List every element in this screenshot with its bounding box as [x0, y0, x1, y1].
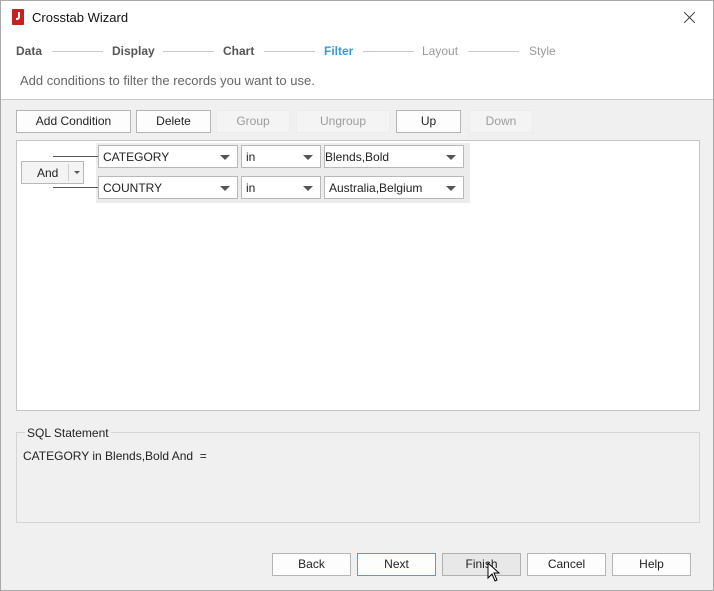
- conditions-panel: And CATEGORY in Blends,Bold COUNTRY in A…: [16, 140, 700, 411]
- sql-statement-text: CATEGORY in Blends,Bold And =: [23, 449, 207, 463]
- app-logo-icon: [12, 9, 24, 25]
- title-bar: Crosstab Wizard: [1, 1, 713, 33]
- connector-line: [53, 187, 98, 188]
- wizard-header: Data Display Chart Filter Layout Style A…: [1, 33, 713, 100]
- dropdown-arrow-icon: [220, 155, 230, 160]
- step-divider: [264, 51, 315, 52]
- logic-divider: [68, 164, 69, 181]
- next-button[interactable]: Next: [357, 553, 436, 576]
- condition-value-select[interactable]: Blends,Bold: [324, 145, 464, 168]
- down-button[interactable]: Down: [469, 110, 533, 133]
- dropdown-arrow-icon: [446, 186, 456, 191]
- condition-field-value: CATEGORY: [103, 150, 170, 164]
- condition-operator-value: in: [246, 181, 256, 195]
- cancel-button[interactable]: Cancel: [527, 553, 606, 576]
- condition-value-text: Blends,Bold: [325, 150, 390, 164]
- step-style[interactable]: Style: [529, 44, 556, 58]
- dropdown-arrow-icon: [74, 171, 80, 174]
- page-subtitle: Add conditions to filter the records you…: [20, 73, 315, 88]
- step-divider: [468, 51, 519, 52]
- step-divider: [363, 51, 414, 52]
- step-layout[interactable]: Layout: [422, 44, 458, 58]
- sql-statement-legend: SQL Statement: [25, 426, 111, 440]
- connector-line: [53, 156, 98, 157]
- step-display[interactable]: Display: [112, 44, 155, 58]
- delete-button[interactable]: Delete: [136, 110, 211, 133]
- condition-field-select[interactable]: CATEGORY: [98, 145, 238, 168]
- group-button[interactable]: Group: [216, 110, 290, 133]
- step-chart[interactable]: Chart: [223, 44, 254, 58]
- condition-operator-select[interactable]: in: [241, 145, 321, 168]
- wizard-window: Crosstab Wizard Data Display Chart Filte…: [0, 0, 714, 591]
- condition-field-value: COUNTRY: [103, 181, 163, 195]
- mouse-pointer-icon: [487, 562, 501, 582]
- sql-statement-group: SQL Statement CATEGORY in Blends,Bold An…: [16, 426, 700, 523]
- dropdown-arrow-icon: [220, 186, 230, 191]
- step-filter[interactable]: Filter: [324, 44, 353, 58]
- dropdown-arrow-icon: [303, 155, 313, 160]
- condition-field-select[interactable]: COUNTRY: [98, 176, 238, 199]
- condition-operator-select[interactable]: in: [241, 176, 321, 199]
- dropdown-arrow-icon: [303, 186, 313, 191]
- condition-value-select[interactable]: Australia,Belgium: [324, 176, 464, 199]
- finish-button[interactable]: Finish: [442, 553, 521, 576]
- logic-operator-select[interactable]: And: [21, 161, 84, 184]
- add-condition-button[interactable]: Add Condition: [16, 110, 131, 133]
- ungroup-button[interactable]: Ungroup: [296, 110, 390, 133]
- step-divider: [52, 51, 103, 52]
- up-button[interactable]: Up: [396, 110, 461, 133]
- dropdown-arrow-icon: [446, 155, 456, 160]
- step-data[interactable]: Data: [16, 44, 42, 58]
- help-button[interactable]: Help: [612, 553, 691, 576]
- condition-value-text: Australia,Belgium: [329, 181, 423, 195]
- step-divider: [163, 51, 214, 52]
- close-icon[interactable]: [667, 1, 713, 33]
- back-button[interactable]: Back: [272, 553, 351, 576]
- condition-operator-value: in: [246, 150, 256, 164]
- window-title: Crosstab Wizard: [32, 10, 129, 25]
- logic-operator-label: And: [37, 166, 59, 180]
